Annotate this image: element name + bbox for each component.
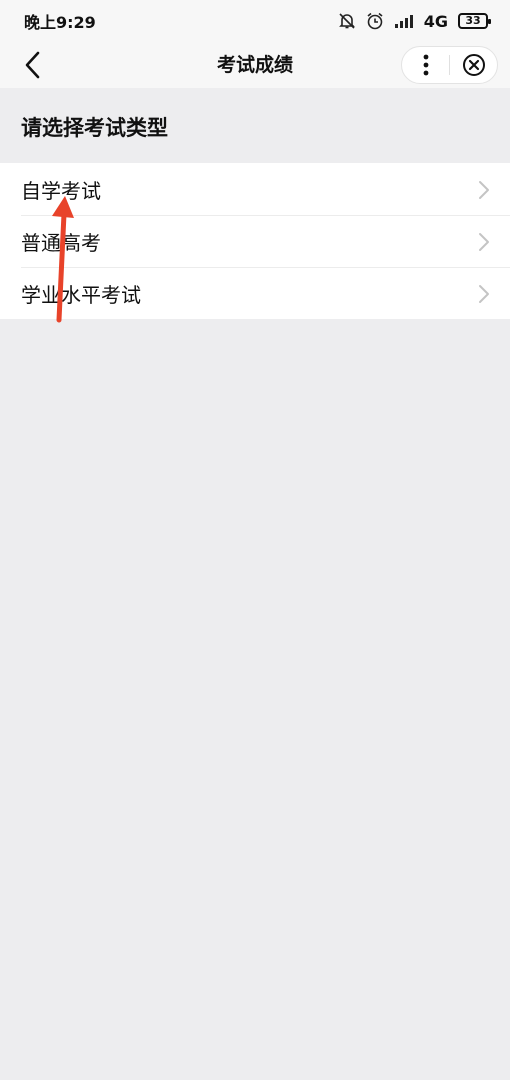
list-item-label: 学业水平考试	[21, 282, 141, 307]
network-type: 4G	[423, 11, 448, 31]
more-dots-icon	[423, 54, 428, 76]
status-bar: 晚上9:29 4G 33	[0, 0, 510, 42]
exam-type-list: 自学考试 普通高考 学业水平考试	[0, 163, 510, 319]
mute-bell-icon	[338, 12, 356, 30]
section-title: 请选择考试类型	[21, 116, 168, 140]
chevron-right-icon	[479, 233, 489, 251]
signal-icon	[394, 13, 414, 29]
close-circle-icon	[462, 54, 485, 76]
close-button[interactable]	[450, 47, 497, 83]
status-icons: 4G 33	[338, 11, 491, 31]
alarm-clock-icon	[366, 12, 384, 30]
more-button[interactable]	[402, 47, 449, 83]
list-item-self-study-exam[interactable]: 自学考试	[0, 163, 510, 215]
list-item-label: 普通高考	[21, 230, 101, 255]
mini-program-capsule	[401, 46, 498, 84]
nav-bar: 考试成绩	[0, 42, 510, 88]
status-time: 晚上9:29	[24, 13, 96, 32]
battery-icon: 33	[458, 13, 491, 29]
annotation-arrow-icon	[52, 196, 74, 323]
list-item-academic-proficiency-exam[interactable]: 学业水平考试	[0, 267, 510, 319]
list-item-label: 自学考试	[21, 178, 101, 203]
chevron-right-icon	[479, 181, 489, 199]
list-item-college-entrance-exam[interactable]: 普通高考	[0, 215, 510, 267]
chevron-right-icon	[479, 285, 489, 303]
battery-level: 33	[465, 14, 481, 27]
